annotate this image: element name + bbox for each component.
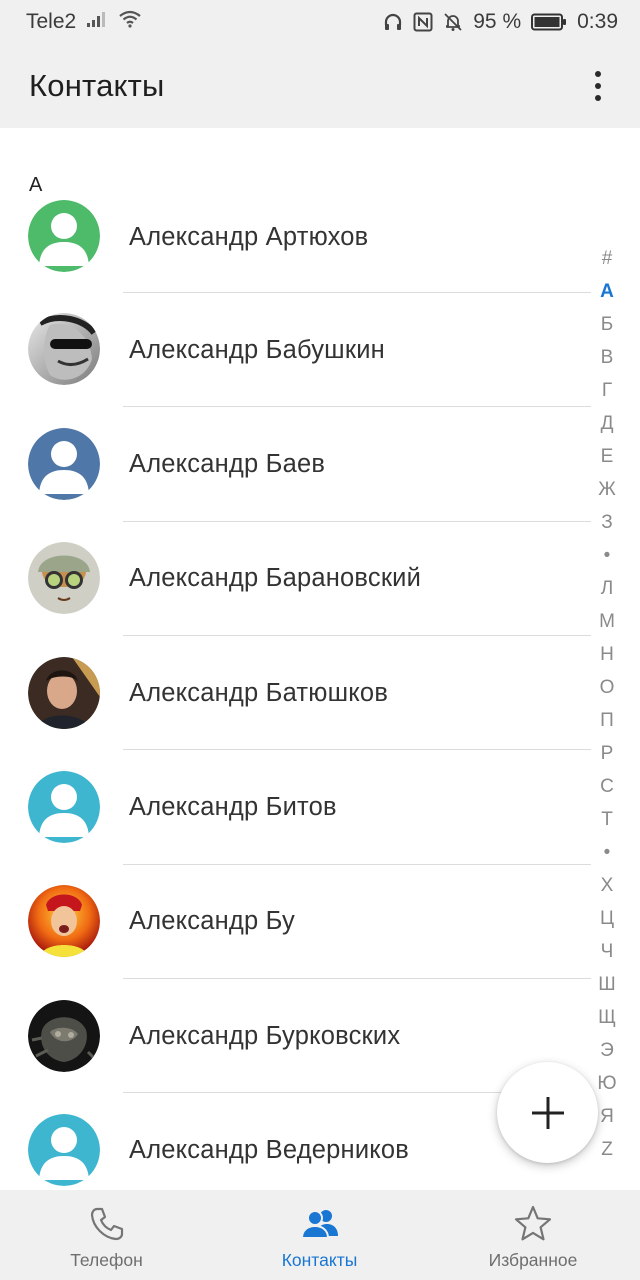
contact-avatar bbox=[28, 1000, 100, 1072]
app-bar: Контакты bbox=[0, 44, 640, 128]
contact-row[interactable]: Александр Бабушкин bbox=[0, 292, 600, 406]
contact-list[interactable]: А Александр Артюхов Александр Бабушкин А… bbox=[0, 128, 640, 1190]
mute-notifications-icon bbox=[443, 12, 463, 32]
index-letter[interactable]: О bbox=[590, 677, 624, 699]
tab-contacts-label: Контакты bbox=[281, 1250, 358, 1270]
add-contact-button[interactable] bbox=[497, 1062, 598, 1163]
carrier-label: Tele2 bbox=[26, 10, 77, 33]
plus-icon bbox=[531, 1096, 564, 1129]
contact-name: Александр Баев bbox=[129, 450, 326, 478]
contact-avatar bbox=[28, 428, 100, 500]
contact-name: Александр Батюшков bbox=[129, 679, 389, 707]
tab-phone[interactable]: Телефон bbox=[0, 1190, 213, 1280]
index-letter[interactable]: Е bbox=[590, 446, 624, 468]
index-letter[interactable]: Т bbox=[590, 809, 624, 831]
index-letter[interactable]: С bbox=[590, 776, 624, 798]
contact-avatar bbox=[28, 1114, 100, 1186]
star-icon bbox=[514, 1205, 552, 1241]
contact-name: Александр Артюхов bbox=[129, 223, 369, 251]
people-icon bbox=[300, 1210, 338, 1239]
index-letter[interactable]: Э bbox=[590, 1040, 624, 1062]
more-options-icon[interactable] bbox=[586, 66, 610, 106]
status-bar: Tele2 95 % 0:39 bbox=[0, 0, 640, 44]
nfc-icon bbox=[413, 12, 433, 32]
index-letter[interactable]: # bbox=[590, 248, 624, 270]
contact-name: Александр Бурковских bbox=[129, 1022, 401, 1050]
index-letter[interactable]: Х bbox=[590, 875, 624, 897]
index-letter[interactable]: Ш bbox=[590, 974, 624, 996]
index-letter[interactable]: Г bbox=[590, 380, 624, 402]
contact-avatar bbox=[28, 657, 100, 729]
tab-favorites-label: Избранное bbox=[488, 1250, 578, 1270]
index-letter[interactable]: Щ bbox=[590, 1007, 624, 1029]
index-letter[interactable]: Л bbox=[590, 578, 624, 600]
tab-contacts[interactable]: Контакты bbox=[213, 1190, 426, 1280]
contact-avatar bbox=[28, 542, 100, 614]
index-letter[interactable]: П bbox=[590, 710, 624, 732]
index-letter[interactable]: М bbox=[590, 611, 624, 633]
index-letter[interactable]: В bbox=[590, 347, 624, 369]
headphones-icon bbox=[383, 12, 403, 32]
index-letter[interactable]: Р bbox=[590, 743, 624, 765]
index-letter[interactable]: З bbox=[590, 512, 624, 534]
contact-row[interactable]: Александр Барановский bbox=[0, 521, 600, 635]
contact-name: Александр Барановский bbox=[129, 564, 422, 592]
tab-phone-label: Телефон bbox=[70, 1250, 143, 1270]
alphabet-index[interactable]: # А Б В Г Д Е Ж З • Л М Н О П Р С Т • Х … bbox=[590, 128, 640, 1190]
page-title: Контакты bbox=[29, 68, 165, 103]
index-letter[interactable]: Z bbox=[590, 1139, 624, 1161]
contact-avatar bbox=[28, 885, 100, 957]
contact-name: Александр Ведерников bbox=[129, 1136, 410, 1164]
contact-avatar bbox=[28, 313, 100, 385]
index-separator[interactable]: • bbox=[590, 842, 624, 864]
index-letter[interactable]: Ю bbox=[590, 1073, 624, 1095]
battery-percent: 95 % bbox=[473, 10, 522, 33]
contact-name: Александр Бу bbox=[129, 907, 295, 935]
index-letter[interactable]: Д bbox=[590, 413, 624, 435]
clock: 0:39 bbox=[577, 10, 618, 33]
index-letter[interactable]: Ц bbox=[590, 908, 624, 930]
signal-icon bbox=[86, 10, 108, 34]
tab-favorites[interactable]: Избранное bbox=[426, 1190, 640, 1280]
wifi-icon bbox=[118, 10, 142, 34]
contact-row[interactable]: Александр Артюхов bbox=[0, 180, 600, 294]
index-letter[interactable]: Ч bbox=[590, 941, 624, 963]
contact-name: Александр Бабушкин bbox=[129, 336, 385, 364]
contact-row[interactable]: Александр Битов bbox=[0, 749, 600, 863]
contact-row[interactable]: Александр Баев bbox=[0, 406, 600, 520]
index-separator[interactable]: • bbox=[590, 545, 624, 567]
contact-name: Александр Битов bbox=[129, 793, 337, 821]
index-letter-active[interactable]: А bbox=[590, 281, 624, 303]
contact-avatar bbox=[28, 200, 100, 272]
battery-icon bbox=[531, 13, 567, 31]
contact-row[interactable]: Александр Бурковских bbox=[0, 978, 600, 1092]
index-letter[interactable]: Б bbox=[590, 314, 624, 336]
index-letter[interactable]: Ж bbox=[590, 479, 624, 501]
index-letter[interactable]: Н bbox=[590, 644, 624, 666]
contact-row[interactable]: Александр Бу bbox=[0, 864, 600, 978]
bottom-navigation: Телефон Контакты Избранное bbox=[0, 1190, 640, 1280]
phone-icon bbox=[90, 1207, 123, 1241]
contact-avatar bbox=[28, 771, 100, 843]
contact-row[interactable]: Александр Батюшков bbox=[0, 635, 600, 749]
